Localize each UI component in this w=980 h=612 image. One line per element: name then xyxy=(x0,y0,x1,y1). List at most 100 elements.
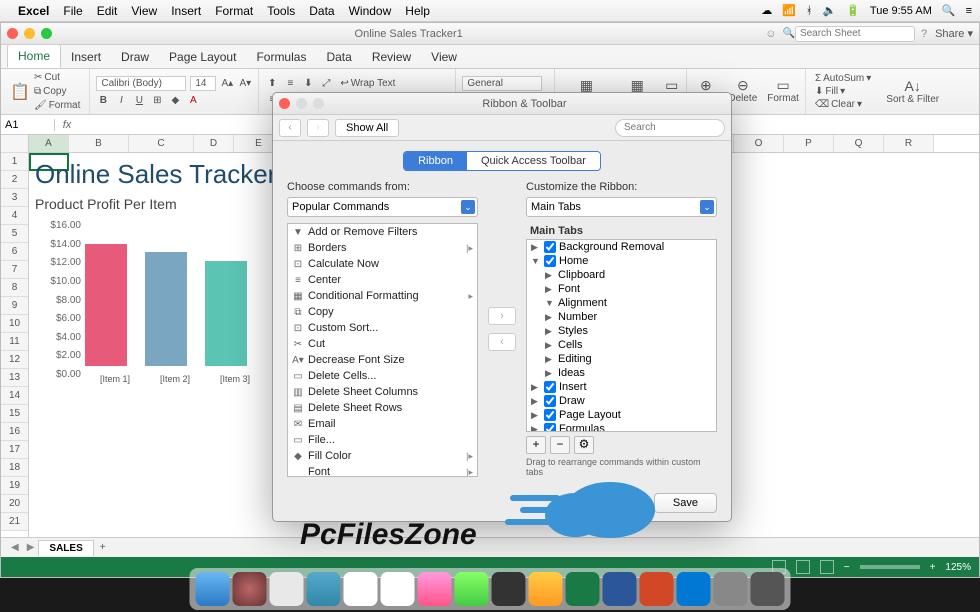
gear-icon[interactable]: ⚙ xyxy=(574,436,594,454)
tree-item[interactable]: ▶Draw xyxy=(527,394,716,408)
search-sheet-input[interactable] xyxy=(795,26,915,42)
command-item[interactable]: ⊞Borders|▸ xyxy=(288,240,477,256)
tree-item[interactable]: ▶Page Layout xyxy=(527,408,716,422)
tree-checkbox[interactable] xyxy=(544,409,556,421)
font-name-select[interactable]: Calibri (Body) xyxy=(96,76,186,91)
add-command-button[interactable]: › xyxy=(488,307,516,325)
powerpoint-icon[interactable] xyxy=(640,572,674,606)
format-painter-button[interactable]: 🖌 Format xyxy=(31,99,83,112)
add-tab-button[interactable]: + xyxy=(526,436,546,454)
remove-command-button[interactable]: ‹ xyxy=(488,333,516,351)
close-button[interactable] xyxy=(7,28,18,39)
tree-item[interactable]: ▶Ideas xyxy=(527,366,716,380)
view-pagebreak-icon[interactable] xyxy=(820,560,834,574)
border-icon[interactable]: ⊞ xyxy=(150,93,164,107)
share-button[interactable]: Share ▾ xyxy=(935,27,973,40)
increase-font-icon[interactable]: A▴ xyxy=(220,77,234,91)
row-headers[interactable]: 123456789101112131415161718192021 xyxy=(1,135,29,537)
sheet-nav-right[interactable]: ▶ xyxy=(27,542,35,553)
smiley-icon[interactable]: ☺ xyxy=(765,28,776,40)
tab-draw[interactable]: Draw xyxy=(111,46,159,68)
view-layout-icon[interactable] xyxy=(796,560,810,574)
save-button[interactable]: Save xyxy=(654,493,717,513)
help-menu[interactable]: Help xyxy=(405,4,430,18)
remove-tab-button[interactable]: − xyxy=(550,436,570,454)
tools-menu[interactable]: Tools xyxy=(267,4,295,18)
settings-icon[interactable] xyxy=(714,572,748,606)
fill-button[interactable]: ⬇ Fill ▾ xyxy=(812,85,874,98)
zoom-level[interactable]: 125% xyxy=(945,562,971,573)
insert-menu[interactable]: Insert xyxy=(171,4,201,18)
show-all-button[interactable]: Show All xyxy=(335,119,399,137)
font-size-select[interactable]: 14 xyxy=(190,76,216,91)
clock[interactable]: Tue 9:55 AM xyxy=(870,5,932,17)
zoom-out-button[interactable]: − xyxy=(844,562,850,573)
align-middle-icon[interactable]: ≡ xyxy=(283,77,297,91)
zoom-slider[interactable] xyxy=(860,565,920,569)
bold-icon[interactable]: B xyxy=(96,93,110,107)
calendar-icon[interactable] xyxy=(381,572,415,606)
window-menu[interactable]: Window xyxy=(349,4,392,18)
tab-insert[interactable]: Insert xyxy=(61,46,111,68)
dialog-search-input[interactable] xyxy=(615,119,725,137)
finder-icon[interactable] xyxy=(196,572,230,606)
tree-item[interactable]: ▶Editing xyxy=(527,352,716,366)
delete-cells-icon[interactable]: ⊖ xyxy=(736,79,750,93)
underline-icon[interactable]: U xyxy=(132,93,146,107)
tab-formulas[interactable]: Formulas xyxy=(246,46,316,68)
command-item[interactable]: ▭File... xyxy=(288,432,477,448)
segment-ribbon[interactable]: Ribbon xyxy=(404,152,467,170)
word-icon[interactable] xyxy=(603,572,637,606)
sheet-nav-left[interactable]: ◀ xyxy=(11,542,19,553)
fill-color-icon[interactable]: ◆ xyxy=(168,93,182,107)
conditional-format-icon[interactable]: ▦ xyxy=(579,79,593,93)
sort-filter-icon[interactable]: A↓ xyxy=(906,79,920,93)
nav-back-button[interactable]: ‹ xyxy=(279,119,301,137)
command-item[interactable]: ≡Center xyxy=(288,272,477,288)
tab-page-layout[interactable]: Page Layout xyxy=(159,46,246,68)
command-item[interactable]: ▦Conditional Formatting▸ xyxy=(288,288,477,304)
terminal-icon[interactable] xyxy=(492,572,526,606)
tree-item[interactable]: ▼Alignment xyxy=(527,296,716,310)
tree-item[interactable]: ▶Number xyxy=(527,310,716,324)
data-menu[interactable]: Data xyxy=(309,4,334,18)
zoom-in-button[interactable]: + xyxy=(930,562,936,573)
align-bottom-icon[interactable]: ⬇ xyxy=(301,77,315,91)
trash-icon[interactable] xyxy=(751,572,785,606)
command-item[interactable]: ▭Delete Cells... xyxy=(288,368,477,384)
commands-listbox[interactable]: ▼Add or Remove Filters⊞Borders|▸⊡Calcula… xyxy=(287,223,478,477)
command-item[interactable]: Font|▸ xyxy=(288,464,477,477)
command-item[interactable]: ◆Fill Color|▸ xyxy=(288,448,477,464)
tree-checkbox[interactable] xyxy=(544,395,556,407)
command-item[interactable]: ▼Add or Remove Filters xyxy=(288,224,477,240)
sheet-tab-sales[interactable]: SALES xyxy=(38,540,93,556)
command-item[interactable]: ⧉Copy xyxy=(288,304,477,320)
decrease-font-icon[interactable]: A▾ xyxy=(238,77,252,91)
tab-data[interactable]: Data xyxy=(316,46,361,68)
wrap-text-button[interactable]: ↩ Wrap Text xyxy=(337,77,398,90)
insert-cells-icon[interactable]: ⊕ xyxy=(699,79,713,93)
edit-menu[interactable]: Edit xyxy=(97,4,118,18)
command-item[interactable]: ✉Email xyxy=(288,416,477,432)
tree-item[interactable]: ▶Cells xyxy=(527,338,716,352)
paste-icon[interactable]: 📋 xyxy=(13,85,27,99)
view-menu[interactable]: View xyxy=(131,4,157,18)
file-menu[interactable]: File xyxy=(63,4,82,18)
minimize-button[interactable] xyxy=(24,28,35,39)
commands-source-select[interactable]: Popular Commands⌄ xyxy=(287,197,478,217)
command-item[interactable]: ⊡Custom Sort... xyxy=(288,320,477,336)
align-top-icon[interactable]: ⬆ xyxy=(265,77,279,91)
tree-checkbox[interactable] xyxy=(544,423,556,432)
tab-home[interactable]: Home xyxy=(7,44,61,68)
outlook-icon[interactable] xyxy=(677,572,711,606)
notification-icon[interactable]: ≡ xyxy=(966,5,972,17)
tree-item[interactable]: ▶Formulas xyxy=(527,422,716,432)
bluetooth-icon[interactable]: ᚼ xyxy=(806,5,813,17)
tab-view[interactable]: View xyxy=(421,46,467,68)
command-item[interactable]: ⊡Calculate Now xyxy=(288,256,477,272)
cut-button[interactable]: ✂ Cut xyxy=(31,71,83,84)
copy-button[interactable]: ⧉ Copy xyxy=(31,85,83,98)
orientation-icon[interactable]: ⤢ xyxy=(319,77,333,91)
facetime-icon[interactable] xyxy=(455,572,489,606)
format-cells-icon[interactable]: ▭ xyxy=(776,79,790,93)
